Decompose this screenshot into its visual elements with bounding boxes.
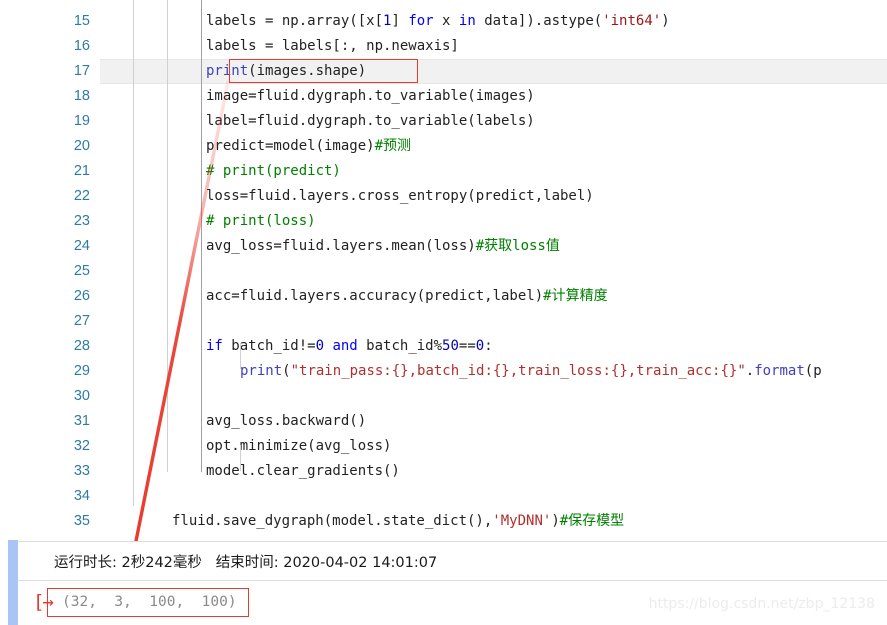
code-line-text: acc=fluid.layers.accuracy(predict,label)… <box>206 284 608 309</box>
indent-guide <box>240 445 241 471</box>
code-line-text: predict=model(image)#预测 <box>206 134 411 159</box>
run-status-text: 运行时长: 2秒242毫秒 结束时间: 2020-04-02 14:01:07 <box>54 555 438 571</box>
code-token: 0 <box>475 338 485 354</box>
line-number: 31 <box>73 413 90 429</box>
code-token: 0 <box>315 338 325 354</box>
code-token: image=fluid.dygraph.to_variable(images) <box>206 88 535 104</box>
line-number: 26 <box>73 288 90 304</box>
code-row[interactable]: 35 fluid.save_dygraph(model.state_dict(),… <box>0 509 887 534</box>
line-number: 35 <box>73 513 90 529</box>
code-token: avg_loss.backward() <box>206 413 367 429</box>
code-token: format <box>754 363 805 379</box>
line-number: 34 <box>73 488 90 504</box>
code-token: labels = labels[:, np.newaxis] <box>206 38 459 54</box>
code-line-text: opt.minimize(avg_loss) <box>206 434 391 459</box>
code-token: ( <box>282 363 291 379</box>
line-number: 23 <box>73 213 90 229</box>
code-line-text: loss=fluid.layers.cross_entropy(predict,… <box>206 184 594 209</box>
code-token: ) <box>661 13 670 29</box>
code-token: 50 <box>442 338 459 354</box>
code-token: fluid.save_dygraph(model.state_dict(), <box>172 513 493 529</box>
code-token: and <box>332 338 358 354</box>
line-number: 32 <box>73 438 90 454</box>
line-number: 28 <box>73 338 90 354</box>
code-token: #预测 <box>374 138 412 154</box>
line-number: 24 <box>73 238 90 254</box>
code-token: "train_pass:{},batch_id:{},train_loss:{}… <box>290 363 746 379</box>
code-token: label=fluid.dygraph.to_variable(labels) <box>206 113 535 129</box>
code-line-text: image=fluid.dygraph.to_variable(images) <box>206 84 535 109</box>
code-token: #计算精度 <box>543 288 608 304</box>
code-editor[interactable]: 14 15 labels = np.array([x[1] for x in dat… <box>0 0 887 540</box>
code-token: acc=fluid.layers.accuracy(predict,label) <box>206 288 544 304</box>
code-token: . <box>745 363 755 379</box>
code-token: ) <box>551 513 560 529</box>
code-token: for <box>408 13 434 29</box>
code-token: print <box>240 363 283 379</box>
code-line-text: if batch_id!=0 and batch_id%50==0: <box>206 334 493 359</box>
line-number: 33 <box>73 463 90 479</box>
code-token: : <box>484 338 493 354</box>
line-number: 14 <box>38 0 90 9</box>
code-token: if <box>206 338 223 354</box>
code-line-text: labels = labels[:, np.newaxis] <box>206 34 459 59</box>
line-number: 36 <box>38 534 90 540</box>
line-number: 16 <box>73 38 90 54</box>
code-token: batch_id% <box>357 338 443 354</box>
indent-guide <box>167 0 168 472</box>
code-token: #保存模型 <box>559 513 625 529</box>
code-token: #获取loss值 <box>475 238 560 254</box>
output-value-text: (32, 3, 100, 100) <box>62 594 237 610</box>
line-number: 15 <box>73 13 90 29</box>
code-line-text: # print(loss) <box>206 209 316 234</box>
code-token: model.clear_gradients() <box>206 463 400 479</box>
code-token: (images.shape) <box>248 63 367 79</box>
line-number: 18 <box>73 88 90 104</box>
code-token: avg_loss=fluid.layers.mean(loss) <box>206 238 476 254</box>
run-status-bar: 运行时长: 2秒242毫秒 结束时间: 2020-04-02 14:01:07 <box>18 541 887 581</box>
code-token: 'int64' <box>602 13 662 29</box>
code-token: in <box>458 13 476 29</box>
code-token: == <box>458 338 476 354</box>
code-token: (p <box>804 363 822 379</box>
code-token: # print(predict) <box>206 163 341 179</box>
code-line-text: print("train_pass:{},batch_id:{},train_l… <box>240 359 822 384</box>
code-line-text: print(images.shape) <box>206 59 366 84</box>
code-token: data]).astype( <box>475 13 603 29</box>
code-token: predict=model(image) <box>206 138 375 154</box>
line-number: 17 <box>73 63 90 79</box>
line-number: 22 <box>73 188 90 204</box>
code-line-text: fluid.save_dygraph(model.state_dict(),'M… <box>172 509 624 534</box>
indent-guide <box>240 343 241 369</box>
code-line-text: # print(predict) <box>206 159 341 184</box>
csdn-watermark: https://blog.csdn.net/zbp_12138 <box>648 596 875 612</box>
code-line-text: labels = np.array([x[1] for x in data]).… <box>206 9 670 34</box>
line-number: 20 <box>73 138 90 154</box>
code-token: ] <box>391 13 409 29</box>
line-number: 19 <box>73 113 90 129</box>
code-token: 'MyDNN' <box>492 513 552 529</box>
line-number: 21 <box>73 163 90 179</box>
indent-guide <box>201 0 202 472</box>
code-token: loss=fluid.layers.cross_entropy(predict,… <box>206 188 594 204</box>
line-number: 29 <box>73 363 90 379</box>
line-number: 30 <box>73 388 90 404</box>
code-token: x <box>433 13 459 29</box>
line-number: 25 <box>73 263 90 279</box>
code-token: batch_id!= <box>222 338 316 354</box>
code-line-text: model.clear_gradients() <box>206 459 400 484</box>
code-token: print <box>206 63 249 79</box>
code-line-text: label=fluid.dygraph.to_variable(labels) <box>206 109 535 134</box>
code-token: # print(loss) <box>206 213 316 229</box>
indent-guide <box>133 0 134 506</box>
code-token: labels = np.array([x[ <box>206 13 384 29</box>
code-line-text: avg_loss=fluid.layers.mean(loss)#获取loss值 <box>206 234 560 259</box>
code-row[interactable]: 36 <box>0 534 887 540</box>
code-token: opt.minimize(avg_loss) <box>206 438 392 454</box>
line-number: 27 <box>73 313 90 329</box>
code-line-text: avg_loss.backward() <box>206 409 366 434</box>
